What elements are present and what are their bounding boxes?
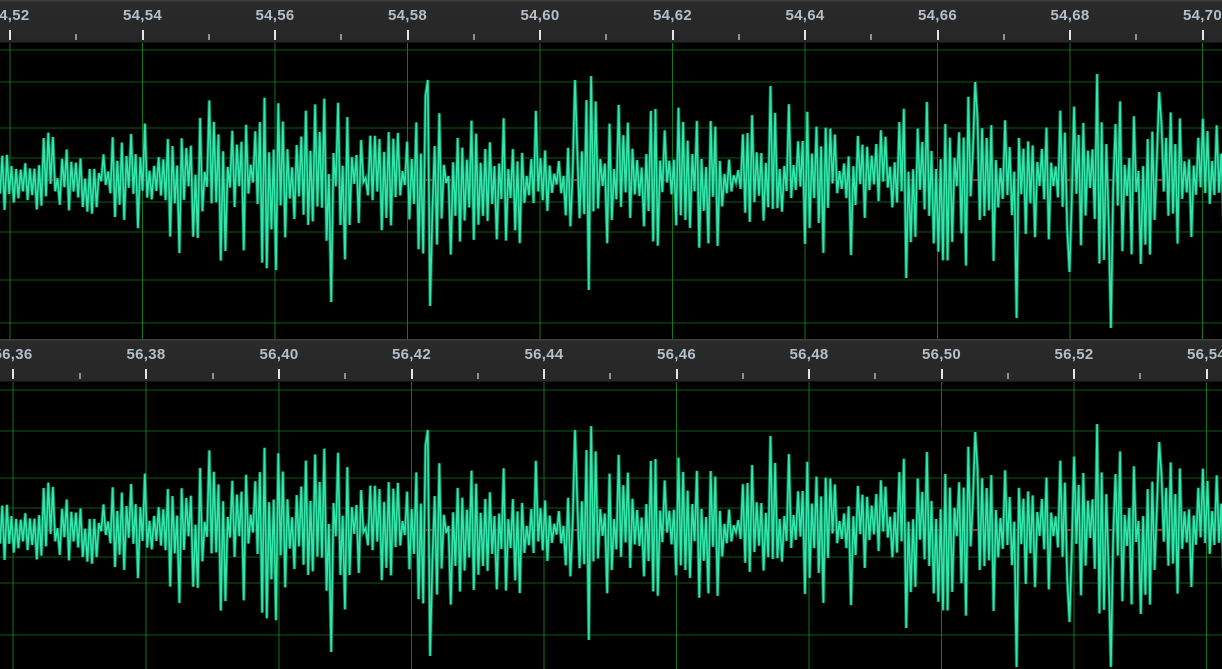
minor-tick [208,34,210,40]
major-tick [12,369,14,379]
minor-tick [75,34,77,40]
time-label: 54,70 [1183,8,1222,23]
time-label: 56,52 [1054,347,1093,362]
time-label: 56,42 [392,347,431,362]
minor-tick [605,34,607,40]
major-tick [274,30,276,40]
time-label: 56,38 [126,347,165,362]
major-tick [142,30,144,40]
audio-editor-view: 54,52 54,54 54,56 54,58 54,60 54,62 54,64 54,66… [0,0,1222,669]
timeline-ruler-2[interactable]: 56,36 56,38 56,40 56,42 56,44 56,46 56,48 56,50… [0,339,1222,382]
minor-tick [79,373,81,379]
major-tick [539,30,541,40]
major-tick [145,369,147,379]
time-label: 54,60 [520,8,559,23]
major-tick [1202,30,1204,40]
minor-tick [477,373,479,379]
minor-tick [738,34,740,40]
timeline-ruler-1[interactable]: 54,52 54,54 54,56 54,58 54,60 54,62 54,64 54,66… [0,0,1222,43]
minor-tick [344,373,346,379]
waveform-panel-2[interactable] [0,382,1222,669]
minor-tick [1135,34,1137,40]
waveform-trace [0,74,1222,328]
major-tick [1069,30,1071,40]
time-label: 56,36 [0,347,33,362]
major-tick [808,369,810,379]
time-label: 56,50 [922,347,961,362]
minor-tick [1139,373,1141,379]
time-label: 56,54 [1187,347,1222,362]
time-label: 56,46 [657,347,696,362]
waveform-trace [0,424,1222,667]
time-label: 54,52 [0,8,30,23]
time-label: 54,68 [1050,8,1089,23]
minor-tick [340,34,342,40]
time-label: 56,48 [789,347,828,362]
waveform-panel-1[interactable] [0,43,1222,339]
major-tick [941,369,943,379]
time-label: 54,54 [123,8,162,23]
time-label: 56,44 [524,347,563,362]
minor-tick [1007,373,1009,379]
major-tick [672,30,674,40]
time-label: 54,56 [255,8,294,23]
major-tick [1206,369,1208,379]
minor-tick [473,34,475,40]
minor-tick [212,373,214,379]
major-tick [9,30,11,40]
time-label: 54,62 [653,8,692,23]
time-label: 54,58 [388,8,427,23]
minor-tick [742,373,744,379]
major-tick [543,369,545,379]
major-tick [411,369,413,379]
minor-tick [1003,34,1005,40]
time-label: 54,66 [918,8,957,23]
major-tick [407,30,409,40]
major-tick [937,30,939,40]
time-label: 54,64 [785,8,824,23]
major-tick [676,369,678,379]
minor-tick [874,373,876,379]
major-tick [804,30,806,40]
time-label: 56,40 [259,347,298,362]
major-tick [1073,369,1075,379]
minor-tick [609,373,611,379]
minor-tick [870,34,872,40]
major-tick [278,369,280,379]
